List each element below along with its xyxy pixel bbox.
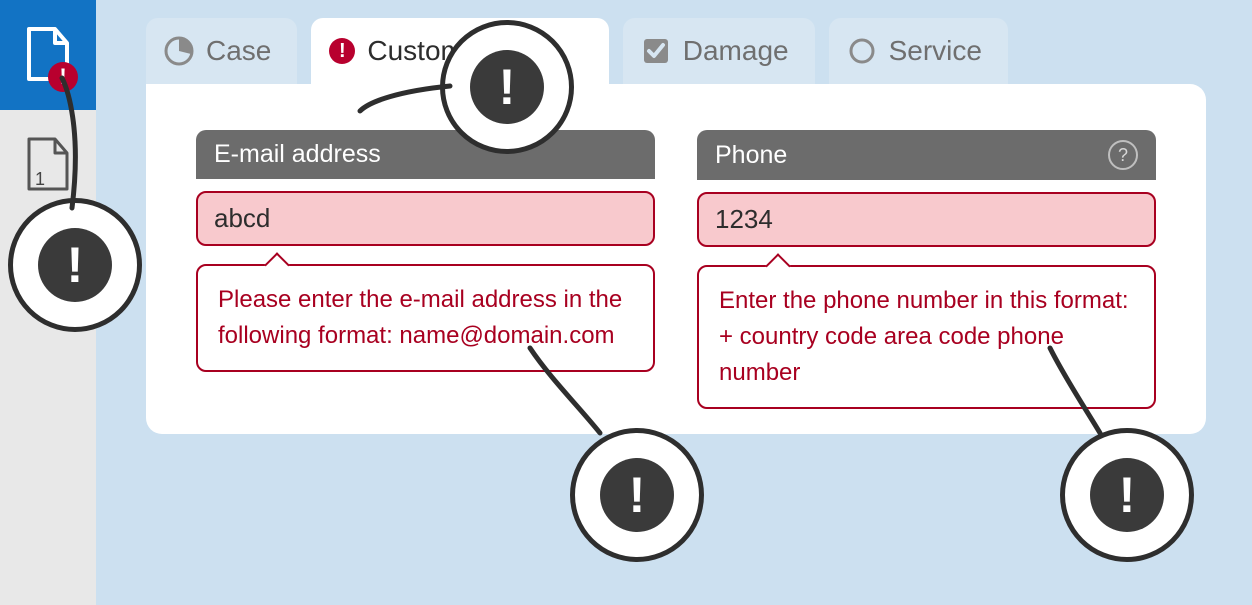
tab-case[interactable]: Case [146, 18, 297, 84]
file-number: 1 [35, 169, 45, 190]
sidebar: ! 1 [0, 0, 96, 605]
email-input[interactable] [196, 191, 655, 246]
tab-strip: Case ! Customer Damage Service [146, 18, 1008, 84]
tab-label: Customer [367, 35, 488, 67]
tab-label: Service [889, 35, 982, 67]
file-icon [25, 137, 71, 193]
content-card: E-mail address Please enter the e-mail a… [146, 84, 1206, 434]
tab-damage[interactable]: Damage [623, 18, 815, 84]
form-row: E-mail address Please enter the e-mail a… [146, 84, 1206, 409]
tab-label: Case [206, 35, 271, 67]
field-label: Phone [715, 141, 787, 170]
field-email: E-mail address Please enter the e-mail a… [196, 130, 655, 409]
check-icon [641, 36, 671, 66]
circle-icon [847, 36, 877, 66]
sidebar-item-active-document[interactable]: ! [0, 0, 96, 110]
phone-error-message: Enter the phone number in this format: +… [697, 265, 1156, 409]
main-area: Case ! Customer Damage Service E-mail ad… [96, 0, 1252, 605]
error-icon: ! [329, 38, 355, 64]
field-phone: Phone ? Enter the phone number in this f… [697, 130, 1156, 409]
field-label: E-mail address [214, 140, 381, 169]
tab-service[interactable]: Service [829, 18, 1008, 84]
phone-input[interactable] [697, 192, 1156, 247]
tab-label: Damage [683, 35, 789, 67]
tab-customer[interactable]: ! Customer [311, 18, 608, 84]
help-icon[interactable]: ? [1108, 140, 1138, 170]
error-badge-icon: ! [48, 62, 78, 92]
sidebar-item-document-1[interactable]: 1 [0, 110, 96, 220]
pie-icon [164, 36, 194, 66]
field-phone-header: Phone ? [697, 130, 1156, 180]
email-error-message: Please enter the e-mail address in the f… [196, 264, 655, 372]
field-email-header: E-mail address [196, 130, 655, 179]
